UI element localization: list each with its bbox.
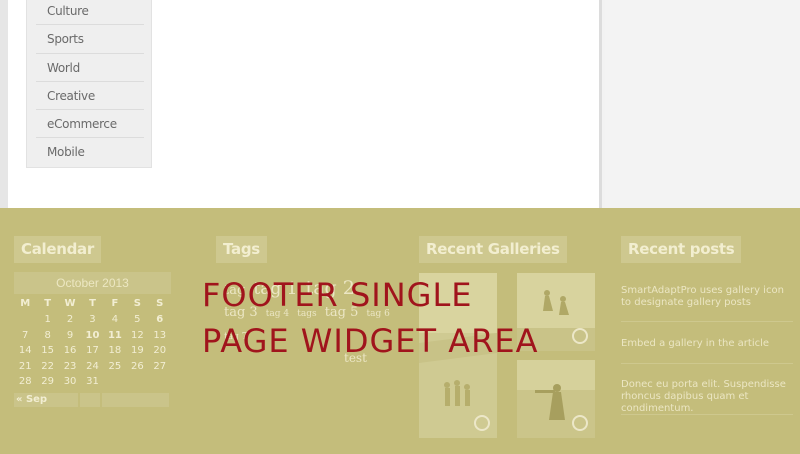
calendar-day (126, 374, 148, 390)
calendar-nav-spacer (80, 392, 100, 407)
overlay-label-line: FOOTER SINGLE (202, 276, 473, 314)
calendar-day: 17 (86, 345, 99, 357)
recent-post-link[interactable]: Donec eu porta elit. Suspendisse rhoncus… (621, 379, 793, 415)
calendar-day: 13 (153, 329, 167, 341)
calendar-day (14, 312, 36, 328)
category-world[interactable]: World (36, 54, 144, 82)
calendar-day: 30 (63, 376, 77, 388)
calendar-week: 7 8 9 10 11 12 13 (14, 328, 171, 344)
calendar-week: 14 15 16 17 18 19 20 (14, 343, 171, 359)
post-divider (621, 321, 793, 322)
calendar-day: 19 (130, 345, 144, 357)
calendar-day: 22 (41, 360, 54, 372)
galleries-widget-title: Recent Galleries (419, 236, 567, 263)
calendar-day: 28 (18, 376, 32, 388)
calendar-table: M T W T F S S 1 2 3 4 5 6 7 8 9 10 11 12… (14, 294, 171, 390)
category-ecommerce[interactable]: eCommerce (36, 110, 144, 139)
calendar-widget: October 2013 M T W T F S S 1 2 3 4 5 6 7… (14, 272, 171, 407)
calendar-day: 1 (44, 314, 51, 326)
calendar-day: 4 (111, 314, 119, 326)
calendar-month-caption: October 2013 (14, 272, 171, 294)
calendar-day: 18 (108, 345, 122, 357)
category-creative[interactable]: Creative (36, 82, 144, 111)
calendar-day: 31 (86, 376, 99, 388)
calendar-day: 14 (18, 345, 32, 357)
calendar-next-placeholder (102, 392, 169, 407)
weekday-header: M (20, 297, 31, 309)
calendar-day: 12 (130, 329, 144, 341)
gallery-icon (572, 415, 588, 431)
main-content-panel: Culture Sports World Creative eCommerce … (8, 0, 602, 208)
weekday-header: S (156, 297, 164, 309)
calendar-day: 2 (66, 314, 74, 326)
calendar-day: 3 (89, 314, 96, 326)
calendar-day: 29 (41, 376, 54, 388)
calendar-day: 6 (156, 314, 164, 326)
calendar-week: 21 22 23 24 25 26 27 (14, 359, 171, 375)
calendar-widget-title: Calendar (14, 236, 101, 263)
page-content-area: Culture Sports World Creative eCommerce … (0, 0, 800, 208)
calendar-day: 15 (41, 345, 54, 357)
weekday-header: T (44, 297, 52, 309)
calendar-day: 7 (22, 329, 29, 341)
calendar-day: 10 (85, 329, 100, 341)
calendar-day: 11 (107, 329, 122, 341)
calendar-day: 25 (108, 360, 122, 372)
recent-posts-widget-title: Recent posts (621, 236, 742, 263)
calendar-day: 5 (134, 314, 141, 326)
left-sidebar-strip (0, 0, 8, 208)
calendar-day: 24 (86, 360, 99, 372)
overlay-label-line: PAGE WIDGET AREA (202, 322, 539, 360)
weekday-header: W (64, 297, 76, 309)
calendar-day: 8 (44, 329, 51, 341)
right-sidebar-panel (605, 0, 800, 208)
calendar-week: 1 2 3 4 5 6 (14, 312, 171, 328)
post-divider (621, 363, 793, 364)
calendar-day: 23 (63, 360, 77, 372)
calendar-day: 27 (153, 360, 167, 372)
weekday-header: F (111, 297, 119, 309)
calendar-day: 21 (18, 360, 32, 372)
calendar-day (149, 374, 171, 390)
tags-widget-title: Tags (216, 236, 267, 263)
calendar-nav: « Sep (14, 392, 171, 407)
recent-post-link[interactable]: SmartAdaptPro uses gallery icon to desig… (621, 285, 793, 309)
weekday-header: T (89, 297, 96, 309)
category-culture[interactable]: Culture (36, 0, 144, 26)
post-divider (621, 414, 793, 415)
calendar-prev-month-link[interactable]: « Sep (14, 392, 78, 407)
gallery-thumbnail[interactable] (517, 360, 595, 438)
calendar-day: 16 (63, 345, 77, 357)
calendar-week: 28 29 30 31 (14, 374, 171, 390)
calendar-day: 9 (66, 329, 74, 341)
calendar-day: 20 (153, 345, 167, 357)
recent-post-link[interactable]: Embed a gallery in the article (621, 338, 793, 350)
category-menu: Culture Sports World Creative eCommerce … (26, 0, 152, 168)
gallery-icon (474, 415, 490, 431)
calendar-day (104, 374, 126, 390)
footer-widget-area-label: FOOTER SINGLE PAGE WIDGET AREA (202, 272, 622, 364)
category-sports[interactable]: Sports (36, 25, 144, 54)
calendar-day: 26 (130, 360, 144, 372)
weekday-header: S (133, 297, 141, 309)
category-mobile[interactable]: Mobile (36, 138, 144, 166)
